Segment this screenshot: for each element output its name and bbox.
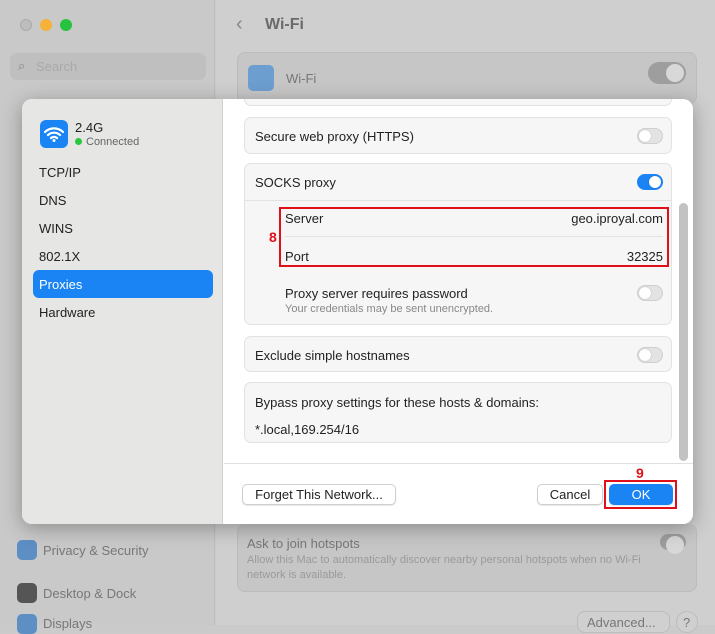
sidebar-item-privacy[interactable]: Privacy & Security — [43, 543, 148, 558]
previous-card — [244, 99, 672, 106]
wifi-card: Wi-Fi — [237, 52, 697, 104]
help-label: ? — [683, 615, 691, 630]
socks-proxy-toggle[interactable] — [637, 174, 663, 190]
https-proxy-label: Secure web proxy (HTTPS) — [255, 129, 414, 144]
hotspots-title: Ask to join hotspots — [247, 536, 360, 551]
connected-dot-icon — [75, 138, 82, 145]
hotspots-description: Allow this Mac to automatically discover… — [247, 554, 641, 581]
back-icon[interactable]: ‹ — [236, 13, 243, 36]
exclude-hostnames-toggle[interactable] — [637, 347, 663, 363]
cancel-button[interactable]: Cancel — [537, 484, 603, 505]
annotation-label-8: 8 — [269, 229, 277, 245]
advanced-label: Advanced... — [587, 615, 656, 630]
nav-proxies[interactable]: Proxies — [33, 270, 213, 298]
sidebar-item-displays[interactable]: Displays — [43, 616, 92, 631]
nav-8021x[interactable]: 802.1X — [33, 242, 213, 270]
page-title: Wi-Fi — [265, 16, 304, 33]
socks-proxy-label: SOCKS proxy — [255, 175, 336, 190]
dock-icon — [17, 583, 37, 603]
network-name: 2.4G — [75, 120, 104, 135]
nav-tcpip[interactable]: TCP/IP — [33, 158, 213, 186]
exclude-hostnames-row: Exclude simple hostnames — [244, 336, 672, 372]
close-window-button[interactable] — [20, 19, 32, 31]
advanced-button[interactable]: Advanced... — [577, 611, 670, 633]
password-toggle[interactable] — [637, 285, 663, 301]
annotation-box-ok — [604, 480, 677, 509]
nav-wins[interactable]: WINS — [33, 214, 213, 242]
hand-icon — [17, 540, 37, 560]
wifi-toggle[interactable] — [648, 62, 686, 84]
scrollbar[interactable] — [679, 203, 688, 461]
dialog-sidebar: 2.4G Connected TCP/IP DNS WINS 802.1X Pr… — [22, 99, 223, 524]
network-status: Connected — [75, 136, 139, 148]
nav-dns[interactable]: DNS — [33, 186, 213, 214]
displays-icon — [17, 614, 37, 634]
help-button[interactable]: ? — [676, 611, 698, 633]
password-description: Your credentials may be sent unencrypted… — [285, 303, 494, 315]
password-label: Proxy server requires password — [285, 286, 468, 301]
search-input[interactable]: ⌕ Search — [10, 53, 206, 80]
bypass-label: Bypass proxy settings for these hosts & … — [255, 395, 539, 410]
wifi-label: Wi-Fi — [286, 71, 317, 86]
search-placeholder: Search — [36, 59, 78, 74]
wifi-icon — [40, 120, 68, 148]
hotspots-card: Ask to join hotspots Allow this Mac to a… — [237, 524, 697, 592]
sidebar-item-desktop-dock[interactable]: Desktop & Dock — [43, 586, 136, 601]
bypass-card: Bypass proxy settings for these hosts & … — [244, 382, 672, 443]
nav-hardware[interactable]: Hardware — [33, 298, 213, 326]
exclude-hostnames-label: Exclude simple hostnames — [255, 348, 410, 363]
annotation-label-9: 9 — [636, 465, 644, 481]
minimize-window-button[interactable] — [40, 19, 52, 31]
search-icon: ⌕ — [18, 58, 26, 73]
divider — [245, 200, 671, 201]
annotation-box-server-port — [279, 207, 669, 267]
https-proxy-row: Secure web proxy (HTTPS) — [244, 117, 672, 154]
https-proxy-toggle[interactable] — [637, 128, 663, 144]
forget-network-button[interactable]: Forget This Network... — [242, 484, 396, 505]
zoom-window-button[interactable] — [60, 19, 72, 31]
proxies-panel: Secure web proxy (HTTPS) SOCKS proxy Ser… — [224, 99, 693, 464]
bypass-field[interactable]: *.local,169.254/16 — [255, 422, 359, 437]
wifi-icon — [248, 65, 274, 91]
status-text: Connected — [86, 136, 140, 148]
network-details-dialog: 2.4G Connected TCP/IP DNS WINS 802.1X Pr… — [22, 99, 693, 524]
hotspots-toggle[interactable] — [660, 534, 686, 554]
